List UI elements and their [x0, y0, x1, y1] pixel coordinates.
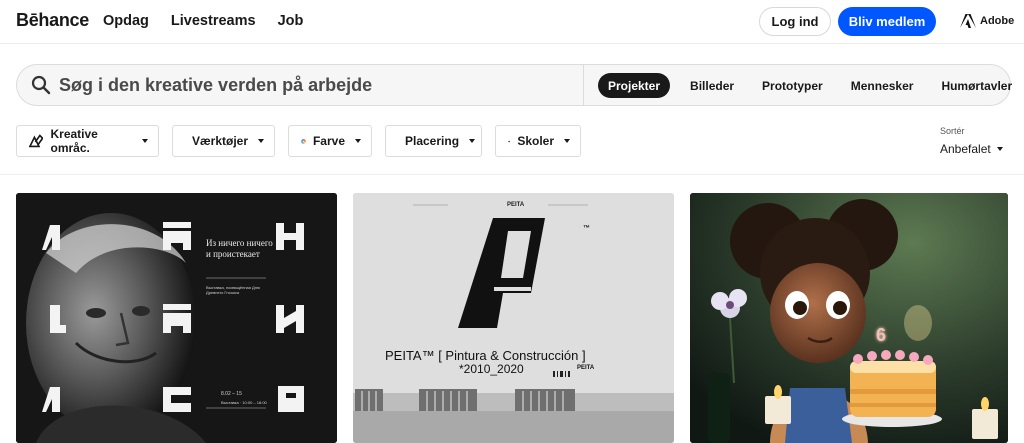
- search-type-tabs: Projekter Billeder Prototyper Mennesker …: [598, 73, 1024, 98]
- search-divider: [583, 65, 584, 105]
- poster-heading: Из ничего ничего и проистекает: [206, 238, 273, 259]
- adobe-link[interactable]: Adobe: [960, 14, 1014, 28]
- peita-top-label: PEITA: [507, 202, 525, 208]
- peita-brand: PEITA: [577, 365, 595, 371]
- search-bar: Projekter Billeder Prototyper Mennesker …: [16, 64, 1012, 106]
- tab-prototyper[interactable]: Prototyper: [748, 73, 837, 98]
- filter-label: Skoler: [517, 134, 554, 148]
- filter-schools[interactable]: Skoler: [495, 125, 581, 157]
- filter-tools[interactable]: Værktøjer: [172, 125, 275, 157]
- chevron-down-icon: [258, 139, 265, 143]
- poster-date-sub: Выставка · 10:00 – 18:00: [221, 400, 267, 405]
- cake-number: 6: [876, 325, 887, 345]
- main-nav: Opdag Livestreams Job: [103, 13, 303, 29]
- signup-button[interactable]: Bliv medlem: [838, 7, 936, 36]
- chevron-down-icon: [996, 147, 1003, 151]
- sort-selected-value: Anbefalet: [940, 142, 991, 156]
- project-card-poster[interactable]: Из ничего ничего и проистекает Выставка,…: [16, 193, 337, 443]
- filter-label: Farve: [312, 134, 345, 148]
- filter-creative-fields[interactable]: Kreative områc.: [16, 125, 159, 157]
- creative-fields-icon: [29, 134, 44, 148]
- color-wheel-icon: [301, 138, 306, 144]
- filter-label: Placering: [405, 134, 460, 148]
- graduation-cap-icon: [508, 140, 511, 142]
- chevron-down-icon: [564, 139, 570, 143]
- poster-date: 8.02 – 15: [221, 391, 242, 397]
- filter-label: Kreative områc.: [50, 127, 98, 155]
- sort-value: Anbefalet: [940, 142, 1003, 156]
- chevron-down-icon: [142, 139, 148, 143]
- tab-humortavler[interactable]: Humørtavler: [927, 73, 1024, 98]
- tab-billeder[interactable]: Billeder: [676, 73, 748, 98]
- behance-logo[interactable]: Bēhance: [16, 10, 89, 31]
- search-icon: [31, 75, 51, 95]
- filter-color[interactable]: Farve: [288, 125, 372, 157]
- search-input[interactable]: [59, 71, 579, 99]
- login-button[interactable]: Log ind: [759, 7, 831, 36]
- tab-mennesker[interactable]: Mennesker: [837, 73, 928, 98]
- adobe-logo-icon: [960, 14, 976, 28]
- adobe-label: Adobe: [980, 15, 1015, 27]
- sort-dropdown[interactable]: Sortér Anbefalet: [940, 126, 1003, 156]
- peita-subtitle: *2010_2020: [459, 362, 524, 376]
- top-header: Bēhance Opdag Livestreams Job Log ind Bl…: [0, 0, 1024, 44]
- filter-location[interactable]: Placering: [385, 125, 482, 157]
- nav-item-job[interactable]: Job: [278, 13, 304, 29]
- project-card-peita[interactable]: PEITA ™ PEITA™ [ Pintura & Construcción …: [353, 193, 674, 443]
- peita-title: PEITA™ [ Pintura & Construcción ]: [385, 348, 586, 363]
- poster-artwork: [16, 193, 337, 443]
- nav-item-opdag[interactable]: Opdag: [103, 13, 149, 29]
- sort-label: Sortér: [940, 126, 965, 136]
- section-divider: [0, 174, 1024, 175]
- filter-bar: Kreative områc. Værktøjer Farve Placerin…: [16, 125, 581, 157]
- nav-item-livestreams[interactable]: Livestreams: [171, 13, 256, 29]
- birthday-artwork: [690, 193, 1008, 443]
- peita-artwork: [353, 193, 674, 443]
- poster-caption: Выставка, посвящённая Дню Древнего Гнози…: [206, 285, 260, 295]
- chevron-down-icon: [469, 139, 476, 143]
- tab-projekter[interactable]: Projekter: [598, 73, 671, 98]
- peita-trademark: ™: [583, 225, 590, 232]
- filter-label: Værktøjer: [192, 134, 249, 148]
- chevron-down-icon: [355, 139, 361, 143]
- project-card-birthday[interactable]: 6: [690, 193, 1008, 443]
